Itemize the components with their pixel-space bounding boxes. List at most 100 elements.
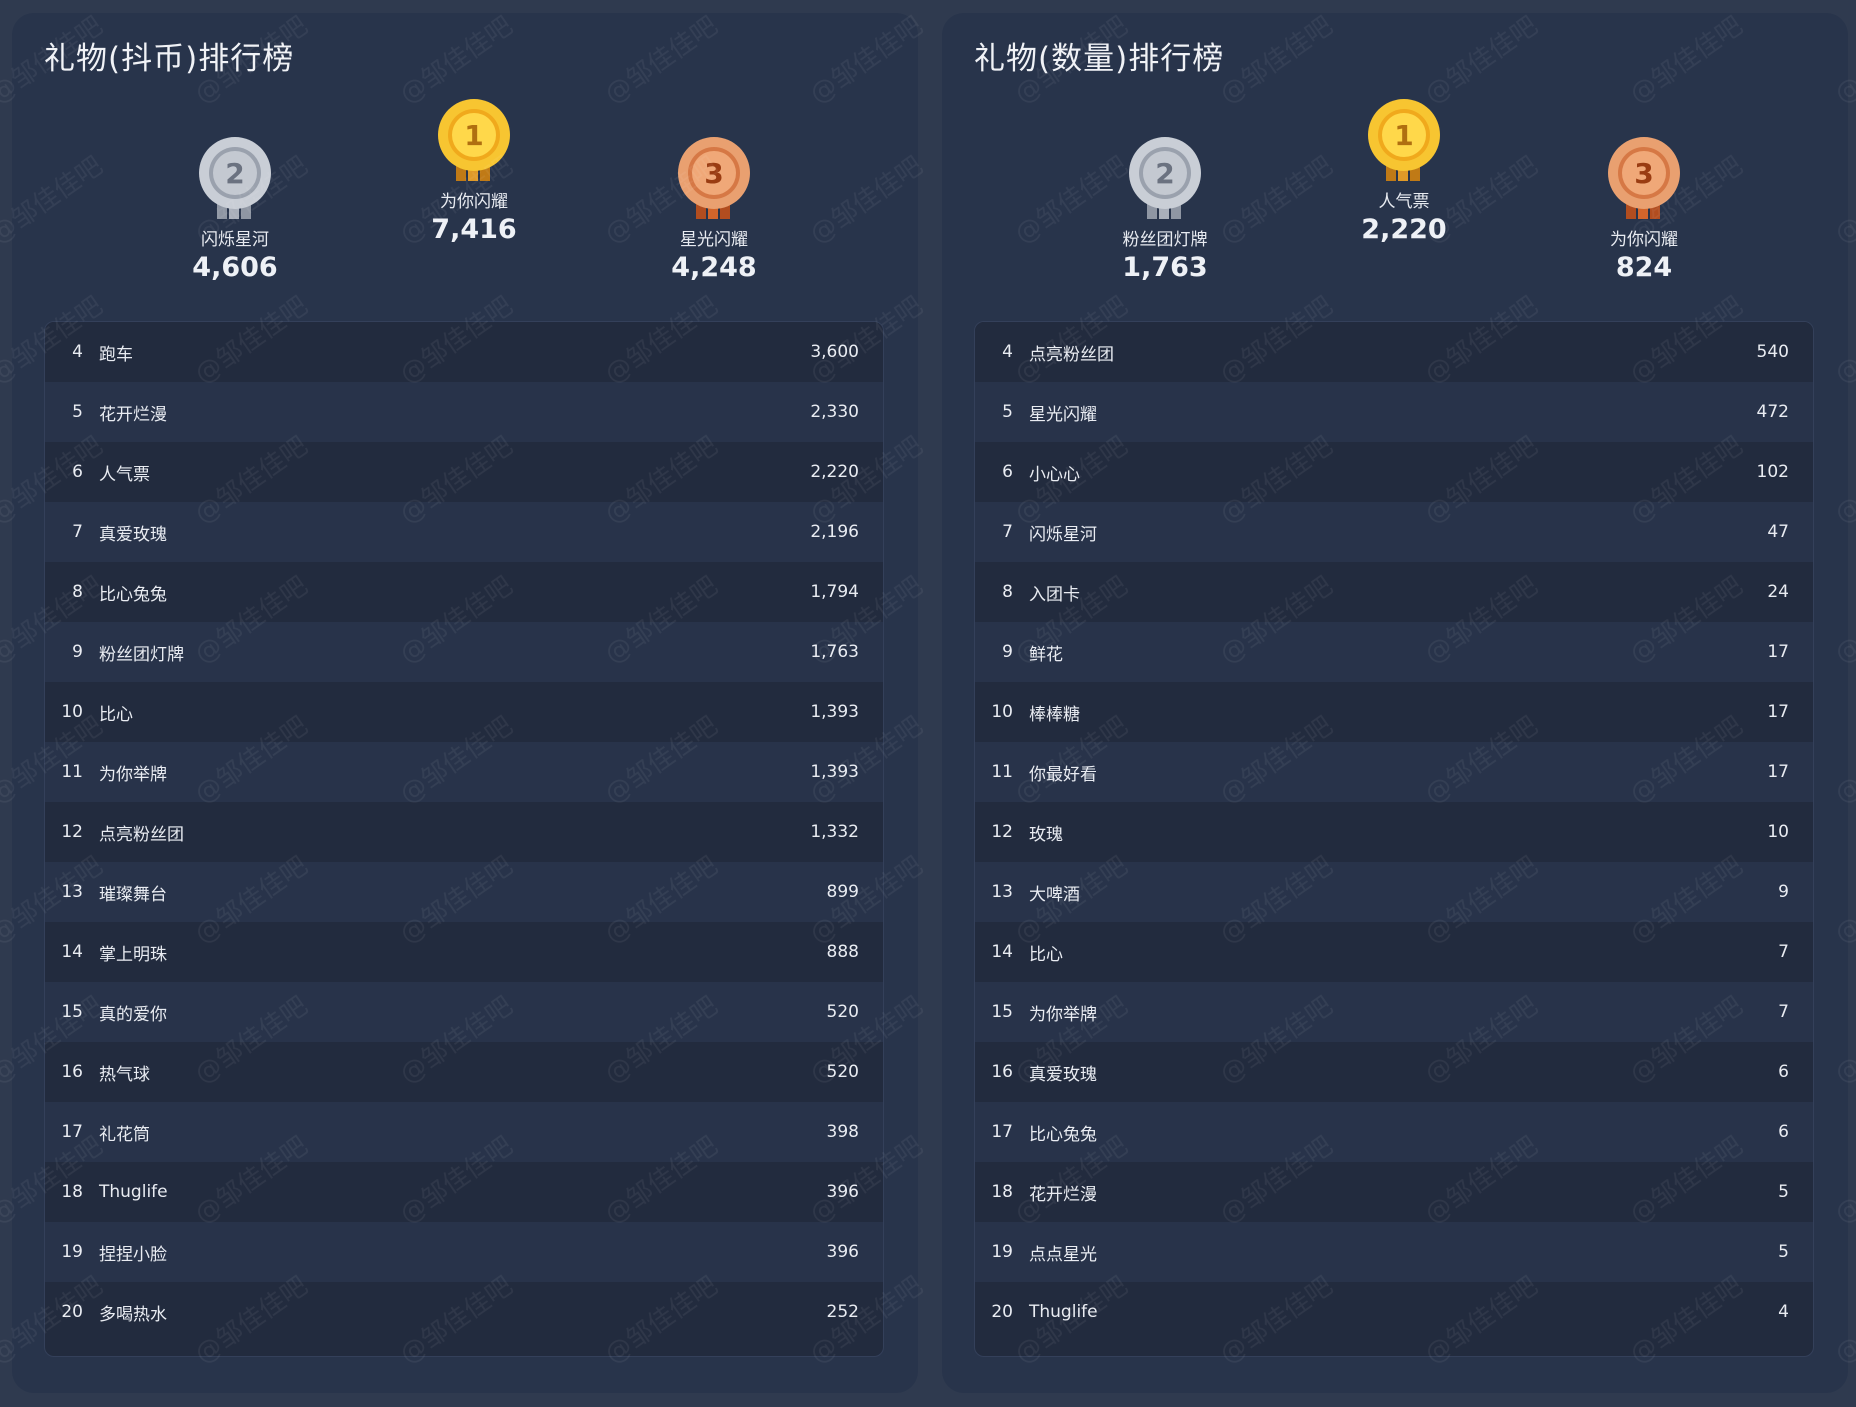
table-row: 18 花开烂漫 5 bbox=[975, 1162, 1813, 1222]
table-row: 12 玫瑰 10 bbox=[975, 802, 1813, 862]
row-gift-name: 比心兔兔 bbox=[99, 584, 167, 605]
podium-third: 3 为你闪耀 824 bbox=[1534, 135, 1754, 283]
row-gift-name: Thuglife bbox=[1029, 1302, 1098, 1322]
silver-medal-icon: 2 bbox=[1129, 137, 1201, 219]
row-gift-value: 2,196 bbox=[810, 522, 859, 542]
table-row: 17 礼花筒 398 bbox=[45, 1102, 883, 1162]
row-gift-name: 比心兔兔 bbox=[1029, 1124, 1097, 1145]
podium-gift-value: 1,763 bbox=[1122, 252, 1208, 283]
row-gift-name: 真爱玫瑰 bbox=[1029, 1064, 1097, 1085]
table-row: 19 点点星光 5 bbox=[975, 1222, 1813, 1282]
svg-text:2: 2 bbox=[225, 157, 244, 190]
table-row: 14 比心 7 bbox=[975, 922, 1813, 982]
podium-first: 1 为你闪耀 7,416 bbox=[364, 97, 584, 245]
row-gift-value: 6 bbox=[1778, 1062, 1789, 1082]
table-row: 6 小心心 102 bbox=[975, 442, 1813, 502]
row-gift-value: 9 bbox=[1778, 882, 1789, 902]
row-gift-name: 璀璨舞台 bbox=[99, 884, 167, 905]
table-row: 5 花开烂漫 2,330 bbox=[45, 382, 883, 442]
svg-text:1: 1 bbox=[1394, 119, 1413, 152]
row-gift-value: 396 bbox=[826, 1182, 859, 1202]
podium-gift-name: 为你闪耀 bbox=[440, 192, 508, 212]
row-gift-name: 玫瑰 bbox=[1029, 824, 1063, 845]
table-row: 15 为你举牌 7 bbox=[975, 982, 1813, 1042]
table-row: 19 捏捏小脸 396 bbox=[45, 1222, 883, 1282]
podium-first: 1 人气票 2,220 bbox=[1294, 97, 1514, 245]
row-rank: 8 bbox=[1002, 582, 1013, 602]
row-gift-value: 396 bbox=[826, 1242, 859, 1262]
podium-third: 3 星光闪耀 4,248 bbox=[604, 135, 824, 283]
row-gift-value: 17 bbox=[1767, 642, 1789, 662]
row-gift-value: 7 bbox=[1778, 1002, 1789, 1022]
table-row: 4 点亮粉丝团 540 bbox=[975, 322, 1813, 382]
row-rank: 19 bbox=[991, 1242, 1013, 1262]
row-gift-value: 1,393 bbox=[810, 762, 859, 782]
row-gift-value: 2,330 bbox=[810, 402, 859, 422]
row-gift-name: 闪烁星河 bbox=[1029, 524, 1097, 545]
svg-text:1: 1 bbox=[464, 119, 483, 152]
podium-second: 2 闪烁星河 4,606 bbox=[125, 135, 345, 283]
row-rank: 9 bbox=[72, 642, 83, 662]
table-row: 11 你最好看 17 bbox=[975, 742, 1813, 802]
row-rank: 4 bbox=[1002, 342, 1013, 362]
table-row: 10 棒棒糖 17 bbox=[975, 682, 1813, 742]
podium-gift-name: 人气票 bbox=[1378, 192, 1430, 212]
row-rank: 17 bbox=[61, 1122, 83, 1142]
row-gift-name: 点点星光 bbox=[1029, 1244, 1097, 1265]
row-gift-value: 7 bbox=[1778, 942, 1789, 962]
podium-gift-value: 4,606 bbox=[192, 252, 278, 283]
row-rank: 18 bbox=[61, 1182, 83, 1202]
row-rank: 20 bbox=[61, 1302, 83, 1322]
ranking-list: 4 跑车 3,600 5 花开烂漫 2,330 6 人气票 2,220 7 真爱玫瑰 2,196 8 比心… bbox=[44, 321, 884, 1357]
row-gift-name: 花开烂漫 bbox=[99, 404, 167, 425]
table-row: 5 星光闪耀 472 bbox=[975, 382, 1813, 442]
row-gift-name: 跑车 bbox=[99, 344, 133, 365]
row-rank: 16 bbox=[61, 1062, 83, 1082]
table-row: 8 入团卡 24 bbox=[975, 562, 1813, 622]
row-rank: 7 bbox=[72, 522, 83, 542]
row-rank: 4 bbox=[72, 342, 83, 362]
row-gift-value: 10 bbox=[1767, 822, 1789, 842]
row-rank: 12 bbox=[991, 822, 1013, 842]
podium: 2 闪烁星河 4,606 1 为你闪耀 7,416 3 星光闪耀 4,248 bbox=[12, 13, 918, 313]
row-gift-name: 比心 bbox=[1029, 944, 1063, 965]
table-row: 20 多喝热水 252 bbox=[45, 1282, 883, 1342]
table-row: 13 璀璨舞台 899 bbox=[45, 862, 883, 922]
row-rank: 11 bbox=[991, 762, 1013, 782]
podium-gift-value: 7,416 bbox=[431, 214, 517, 245]
row-gift-value: 3,600 bbox=[810, 342, 859, 362]
coin-ranking-panel: 礼物(抖币)排行榜 2 闪烁星河 4,606 1 为你闪耀 7,416 3 星光… bbox=[12, 13, 918, 1393]
row-gift-name: 为你举牌 bbox=[99, 764, 167, 785]
row-gift-name: 比心 bbox=[99, 704, 133, 725]
bronze-medal-icon: 3 bbox=[678, 137, 750, 219]
row-gift-name: 为你举牌 bbox=[1029, 1004, 1097, 1025]
svg-text:2: 2 bbox=[1155, 157, 1174, 190]
row-gift-value: 24 bbox=[1767, 582, 1789, 602]
stage: 礼物(抖币)排行榜 2 闪烁星河 4,606 1 为你闪耀 7,416 3 星光… bbox=[0, 0, 1856, 1407]
podium-gift-name: 为你闪耀 bbox=[1610, 230, 1678, 250]
row-rank: 10 bbox=[61, 702, 83, 722]
row-gift-name: 鲜花 bbox=[1029, 644, 1063, 665]
row-rank: 5 bbox=[72, 402, 83, 422]
svg-text:3: 3 bbox=[704, 157, 723, 190]
table-row: 10 比心 1,393 bbox=[45, 682, 883, 742]
row-gift-name: 粉丝团灯牌 bbox=[99, 644, 184, 665]
row-gift-value: 17 bbox=[1767, 762, 1789, 782]
row-rank: 10 bbox=[991, 702, 1013, 722]
row-gift-value: 899 bbox=[826, 882, 859, 902]
ranking-list: 4 点亮粉丝团 540 5 星光闪耀 472 6 小心心 102 7 闪烁星河 4 7 8 入团卡 24 9 鲜花… bbox=[974, 321, 1814, 1357]
row-gift-name: 棒棒糖 bbox=[1029, 704, 1080, 725]
table-row: 9 鲜花 17 bbox=[975, 622, 1813, 682]
row-rank: 19 bbox=[61, 1242, 83, 1262]
table-row: 15 真的爱你 520 bbox=[45, 982, 883, 1042]
row-gift-value: 5 bbox=[1778, 1182, 1789, 1202]
row-rank: 13 bbox=[61, 882, 83, 902]
row-gift-value: 1,794 bbox=[810, 582, 859, 602]
podium-gift-value: 4,248 bbox=[671, 252, 757, 283]
row-gift-value: 520 bbox=[826, 1062, 859, 1082]
row-gift-name: 小心心 bbox=[1029, 464, 1080, 485]
podium-second: 2 粉丝团灯牌 1,763 bbox=[1055, 135, 1275, 283]
row-rank: 20 bbox=[991, 1302, 1013, 1322]
row-rank: 14 bbox=[61, 942, 83, 962]
podium-gift-value: 824 bbox=[1615, 252, 1673, 283]
